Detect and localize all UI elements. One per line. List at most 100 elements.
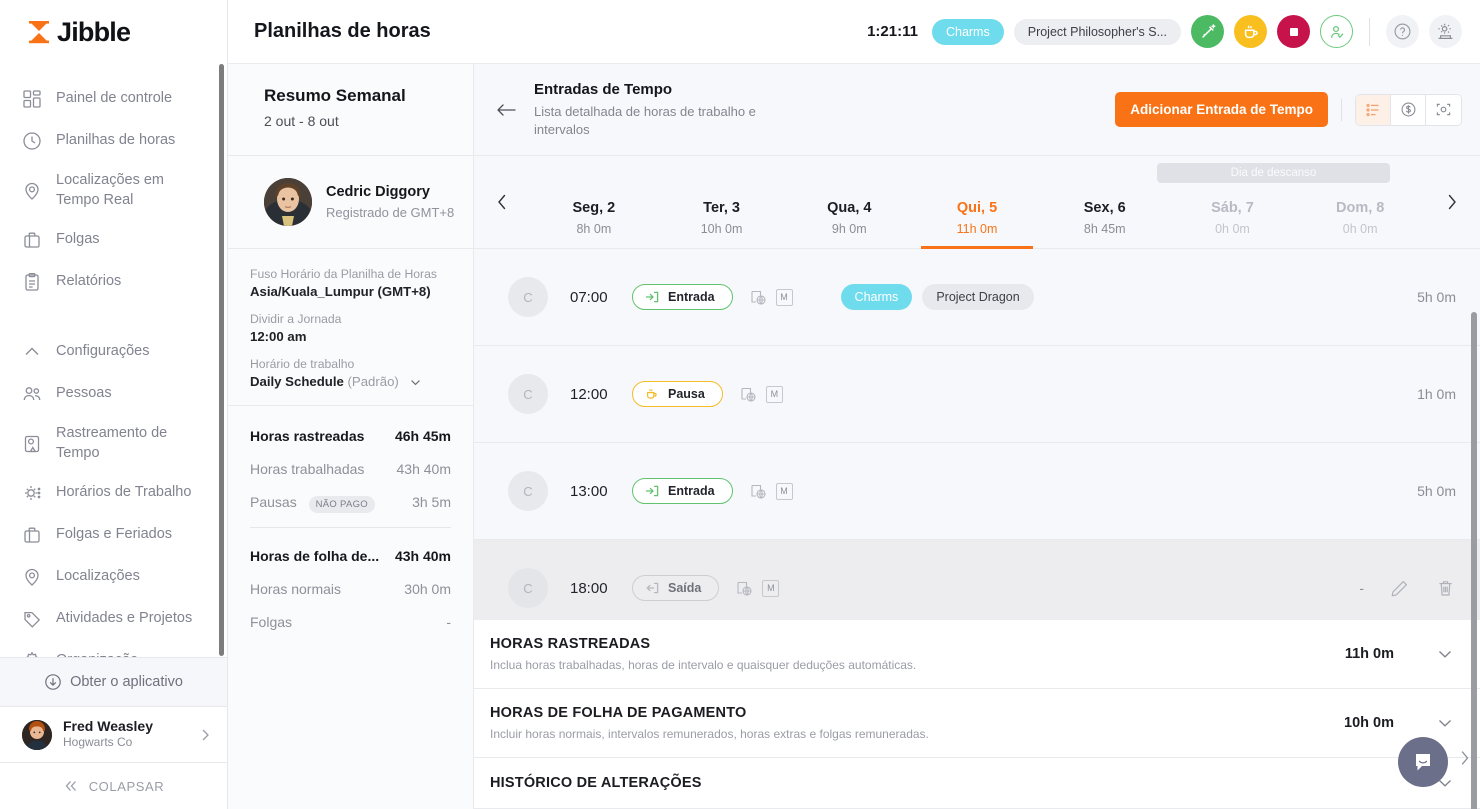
table-row[interactable]: C 12:00 Pausa M 1h 0m (474, 346, 1480, 443)
avatar (264, 178, 312, 226)
sidebar-item-work-schedules[interactable]: Horários de Trabalho (0, 472, 227, 514)
chevron-down-icon[interactable] (409, 376, 422, 389)
list-view-button[interactable] (1356, 94, 1391, 125)
sidebar-item-time-tracking[interactable]: Rastreamento de Tempo (0, 415, 227, 472)
back-button[interactable] (490, 93, 524, 127)
stat-value: 43h 40m (396, 461, 451, 478)
pin-icon (20, 179, 44, 203)
help-button[interactable] (1386, 15, 1419, 48)
project-tag[interactable]: Project Dragon (922, 284, 1034, 310)
entry-duration: 5h 0m (1417, 289, 1456, 305)
current-project-pill[interactable]: Project Philosopher's S... (1013, 18, 1181, 45)
day-tab-fri[interactable]: Sex, 6 8h 45m (1041, 156, 1169, 248)
table-row[interactable]: C 13:00 Entrada M 5h 0m (474, 443, 1480, 540)
divider (250, 527, 451, 529)
summary-description: Incluir horas normais, intervalos remune… (490, 727, 929, 741)
get-app-button[interactable]: Obter o aplicativo (0, 657, 227, 707)
day-name: Seg, 2 (572, 200, 616, 216)
sidebar-item-dashboard[interactable]: Painel de controle (0, 78, 227, 120)
content-header-text: Entradas de Tempo Lista detalhada de hor… (534, 81, 784, 138)
sidebar-item-people[interactable]: Pessoas (0, 373, 227, 415)
summary-description: Inclua horas trabalhadas, horas de inter… (490, 658, 917, 672)
sidebar-item-label: Relatórios (56, 273, 122, 290)
dollar-circle-icon (1400, 101, 1417, 118)
previous-week-button[interactable] (474, 156, 530, 248)
table-row[interactable]: C 18:00 Saída M - (474, 540, 1480, 620)
schedule-icon (20, 481, 44, 505)
activity-tag[interactable]: Charms (840, 284, 913, 310)
sidebar-item-live-locations[interactable]: Localizações em Tempo Real (0, 162, 227, 219)
entry-duration: 1h 0m (1417, 386, 1456, 402)
expand-panel-chevron-icon[interactable] (1458, 749, 1472, 767)
person-subtitle: Registrado de GMT+8 (326, 204, 455, 220)
settings-button[interactable] (1429, 15, 1462, 48)
next-week-button[interactable] (1424, 156, 1480, 248)
sidebar-item-activities-projects[interactable]: Atividades e Projetos (0, 598, 227, 640)
time-entry-list: C 07:00 Entrada M Charms Project Dragon … (474, 249, 1480, 620)
chat-support-button[interactable] (1398, 737, 1448, 787)
stat-value: 30h 0m (404, 581, 451, 598)
work-schedule-value: Daily Schedule (250, 374, 344, 389)
sidebar-user-row[interactable]: Fred Weasley Hogwarts Co (0, 707, 227, 763)
collapse-sidebar-button[interactable]: COLAPSAR (0, 763, 227, 809)
clock-in-button[interactable] (1191, 15, 1224, 48)
top-bar: Planilhas de horas 1:21:11 Charms Projec… (228, 0, 1480, 64)
edit-entry-button[interactable] (1388, 577, 1410, 599)
sidebar-item-locations[interactable]: Localizações (0, 556, 227, 598)
sidebar-item-timesheets[interactable]: Planilhas de horas (0, 120, 227, 162)
stat-value: - (446, 614, 451, 631)
screenshot-view-button[interactable] (1426, 94, 1461, 125)
summary-change-history[interactable]: HISTÓRICO DE ALTERAÇÕES (474, 758, 1480, 809)
person-check-icon (1328, 23, 1346, 41)
delete-entry-button[interactable] (1434, 577, 1456, 599)
entry-type-badge: Entrada (632, 284, 733, 310)
day-hours: 0h 0m (1342, 222, 1378, 236)
sidebar-item-label: Pessoas (56, 385, 112, 402)
stat-label-group: Pausas NÃO PAGO (250, 494, 375, 514)
money-view-button[interactable] (1391, 94, 1426, 125)
day-tab-tue[interactable]: Ter, 3 10h 0m (658, 156, 786, 248)
clock-in-arrow-icon (645, 290, 659, 304)
day-tab-thu[interactable]: Qui, 5 11h 0m (913, 156, 1041, 249)
summary-tracked-hours[interactable]: HORAS RASTREADAS Inclua horas trabalhada… (474, 620, 1480, 689)
day-hours: 8h 45m (1083, 222, 1126, 236)
brand-logo[interactable]: Jibble (0, 0, 227, 64)
entry-type-label: Pausa (668, 387, 705, 401)
content-scrollbar[interactable] (1471, 312, 1477, 809)
stat-row: Horas de folha de... 43h 40m (250, 548, 451, 564)
manual-entry-badge: M (775, 288, 793, 306)
stop-button[interactable] (1277, 15, 1310, 48)
sidebar-item-reports[interactable]: Relatórios (0, 261, 227, 303)
work-schedule-row[interactable]: Daily Schedule (Padrão) (250, 374, 453, 389)
sidebar-item-time-off-holidays[interactable]: Folgas e Feriados (0, 514, 227, 556)
sidebar-scrollbar[interactable] (219, 64, 224, 656)
sidebar-item-settings[interactable]: Configurações (0, 331, 227, 373)
summary-payroll-hours[interactable]: HORAS DE FOLHA DE PAGAMENTO Incluir hora… (474, 689, 1480, 758)
stat-label: Pausas (250, 494, 297, 511)
attendance-button[interactable] (1320, 15, 1353, 48)
table-row[interactable]: C 07:00 Entrada M Charms Project Dragon … (474, 249, 1480, 346)
question-circle-icon (1393, 22, 1412, 41)
person-card[interactable]: Cedric Diggory Registrado de GMT+8 (228, 156, 473, 249)
day-tab-mon[interactable]: Seg, 2 8h 0m (530, 156, 658, 248)
current-activity-pill[interactable]: Charms (931, 18, 1004, 45)
break-button[interactable] (1234, 15, 1267, 48)
content-header: Entradas de Tempo Lista detalhada de hor… (474, 64, 1480, 156)
chevron-down-icon[interactable] (1434, 643, 1456, 665)
rest-day-badge: Dia de descanso (1157, 163, 1390, 183)
day-tab-wed[interactable]: Qua, 4 9h 0m (785, 156, 913, 248)
stat-label: Horas rastreadas (250, 428, 365, 445)
day-hours: 10h 0m (700, 222, 743, 236)
stat-label: Horas normais (250, 581, 342, 598)
sidebar-item-time-off[interactable]: Folgas (0, 219, 227, 261)
location-globe-icon (735, 579, 754, 598)
add-time-entry-button[interactable]: Adicionar Entrada de Tempo (1115, 92, 1328, 127)
main-area: Planilhas de horas 1:21:11 Charms Projec… (228, 0, 1480, 809)
timezone-value: Asia/Kuala_Lumpur (GMT+8) (250, 284, 431, 299)
collapse-label: COLAPSAR (88, 778, 165, 794)
weekly-stats: Horas rastreadas 46h 45m Horas trabalhad… (228, 406, 473, 665)
page-title: Planilhas de horas (254, 20, 431, 42)
sidebar-item-organization[interactable]: Organização (0, 640, 227, 657)
chevron-down-icon[interactable] (1434, 712, 1456, 734)
entry-duration: 5h 0m (1417, 483, 1456, 499)
